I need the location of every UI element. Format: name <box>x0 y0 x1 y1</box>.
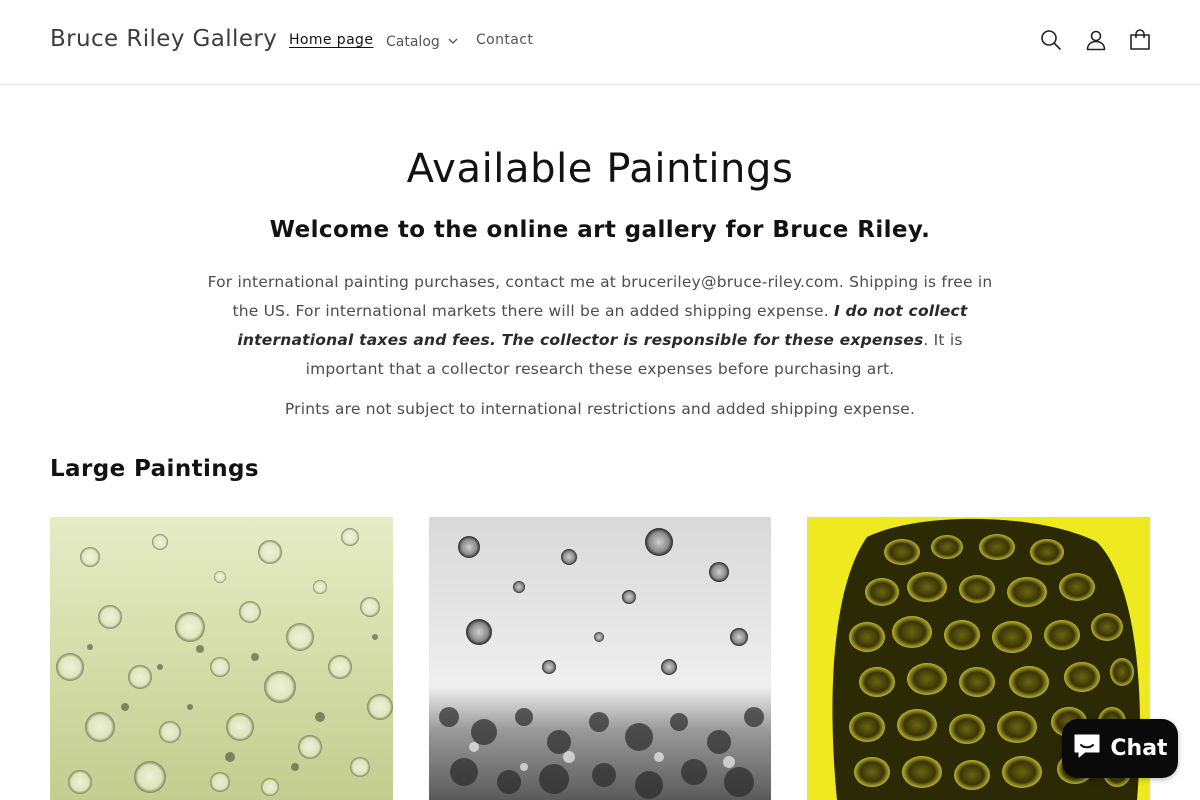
painting-image-2 <box>429 517 771 800</box>
account-button[interactable] <box>1082 28 1110 56</box>
chat-label: Chat <box>1110 736 1168 761</box>
page-subtitle: Welcome to the online art gallery for Br… <box>269 217 931 243</box>
site-header: Bruce Riley Gallery Home page Catalog Co… <box>0 0 1200 85</box>
chat-icon <box>1072 731 1102 767</box>
section-title-large-paintings: Large Paintings <box>50 456 260 482</box>
nav-contact-link[interactable]: Contact <box>476 32 533 48</box>
chat-button[interactable]: Chat <box>1062 719 1178 778</box>
search-icon <box>1040 29 1062 55</box>
product-card-painting-2[interactable] <box>429 517 771 800</box>
painting-image-1 <box>50 517 393 800</box>
cart-button[interactable] <box>1126 28 1154 56</box>
account-icon <box>1085 29 1107 55</box>
brand-logo[interactable]: Bruce Riley Gallery <box>50 26 277 52</box>
nav-home-link[interactable]: Home page <box>289 32 373 48</box>
nav-catalog-label: Catalog <box>386 34 440 50</box>
prints-note: Prints are not subject to international … <box>284 400 916 418</box>
search-button[interactable] <box>1037 28 1065 56</box>
product-card-painting-1[interactable] <box>50 517 393 800</box>
chevron-down-icon <box>448 32 458 48</box>
nav-catalog-dropdown[interactable]: Catalog <box>386 32 458 50</box>
intro-paragraph: For international painting purchases, co… <box>205 268 995 384</box>
page-title: Available Paintings <box>406 146 794 192</box>
cart-icon <box>1129 29 1151 55</box>
